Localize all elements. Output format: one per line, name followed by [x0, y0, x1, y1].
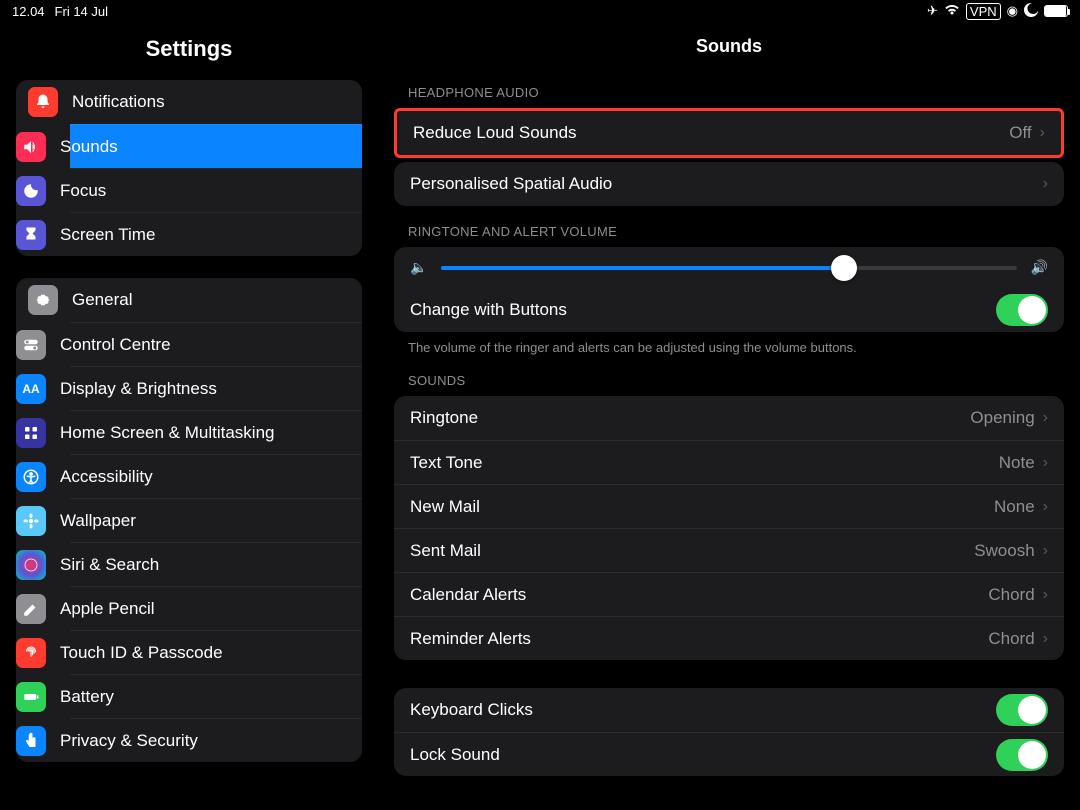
speaker-icon [16, 132, 46, 162]
sidebar-item-general[interactable]: General [16, 278, 362, 322]
sidebar-item-label: Battery [60, 687, 114, 707]
spatial-audio-row[interactable]: Personalised Spatial Audio › [394, 162, 1064, 206]
sidebar-item-label: Display & Brightness [60, 379, 217, 399]
grid-icon [16, 418, 46, 448]
flower-icon [16, 506, 46, 536]
sidebar-item-pencil[interactable]: Apple Pencil [70, 586, 362, 630]
toggle-icon [16, 330, 46, 360]
change-with-buttons-row[interactable]: Change with Buttons [394, 288, 1064, 332]
chevron-right-icon: › [1043, 542, 1048, 560]
fingerprint-icon [16, 638, 46, 668]
status-date: Fri 14 Jul [55, 4, 108, 19]
sidebar-item-display[interactable]: AA Display & Brightness [70, 366, 362, 410]
status-icons: ✈ VPN ◉ [927, 3, 1068, 20]
hourglass-icon [16, 220, 46, 250]
chevron-right-icon: › [1043, 586, 1048, 604]
sidebar-item-label: General [72, 290, 132, 310]
chevron-right-icon: › [1043, 409, 1048, 427]
chevron-right-icon: › [1043, 175, 1048, 193]
sidebar-item-label: Privacy & Security [60, 731, 198, 751]
section-sounds: Ringtone Opening › Text Tone Note › New … [394, 396, 1064, 660]
chevron-right-icon: › [1043, 498, 1048, 516]
sidebar-item-label: Siri & Search [60, 555, 159, 575]
volume-footer-text: The volume of the ringer and alerts can … [378, 332, 1080, 355]
content-title: Sounds [378, 22, 1080, 67]
sidebar-item-label: Touch ID & Passcode [60, 643, 223, 663]
sidebar-item-privacy[interactable]: Privacy & Security [70, 718, 362, 762]
slider-thumb[interactable] [831, 255, 857, 281]
sidebar-item-label: Notifications [72, 92, 165, 112]
sidebar-item-focus[interactable]: Focus [70, 168, 362, 212]
sidebar-item-wallpaper[interactable]: Wallpaper [70, 498, 362, 542]
reduce-loud-value: Off [1009, 123, 1031, 143]
calendar-alerts-row[interactable]: Calendar Alerts Chord › [394, 572, 1064, 616]
volume-slider-row: 🔈 🔊 [394, 247, 1064, 288]
sidebar-item-sounds[interactable]: Sounds [70, 124, 362, 168]
chevron-right-icon: › [1043, 454, 1048, 472]
section-headphone-title: HEADPHONE AUDIO [378, 67, 1080, 108]
sidebar-item-homescreen[interactable]: Home Screen & Multitasking [70, 410, 362, 454]
battery-icon [16, 682, 46, 712]
section-sounds-title: SOUNDS [378, 355, 1080, 396]
pencil-icon [16, 594, 46, 624]
moon-icon [16, 176, 46, 206]
content-pane: Sounds HEADPHONE AUDIO Reduce Loud Sound… [378, 22, 1080, 810]
section-headphone: Personalised Spatial Audio › [394, 162, 1064, 206]
airplane-icon: ✈ [927, 3, 938, 19]
sent-mail-row[interactable]: Sent Mail Swoosh › [394, 528, 1064, 572]
battery-icon [1044, 5, 1068, 17]
text-size-icon: AA [16, 374, 46, 404]
bell-icon [28, 87, 58, 117]
wifi-icon [944, 4, 960, 19]
sidebar-item-label: Control Centre [60, 335, 171, 355]
moon-icon [1024, 3, 1038, 20]
settings-title: Settings [0, 22, 378, 80]
sidebar-group-1: Notifications Sounds Focus Screen Time [16, 80, 362, 256]
sidebar-item-battery[interactable]: Battery [70, 674, 362, 718]
section-ringtone-volume: 🔈 🔊 Change with Buttons [394, 247, 1064, 332]
volume-low-icon: 🔈 [410, 259, 427, 276]
sidebar-item-label: Screen Time [60, 225, 155, 245]
keyboard-clicks-toggle[interactable] [996, 694, 1048, 726]
ringtone-row[interactable]: Ringtone Opening › [394, 396, 1064, 440]
reduce-loud-sounds-row[interactable]: Reduce Loud Sounds Off › [397, 111, 1061, 155]
section-keyboard: Keyboard Clicks Lock Sound [394, 688, 1064, 776]
sidebar-item-controlcentre[interactable]: Control Centre [70, 322, 362, 366]
sidebar-item-label: Accessibility [60, 467, 153, 487]
volume-slider[interactable] [441, 266, 1016, 270]
sidebar-item-label: Wallpaper [60, 511, 136, 531]
section-ringtone-title: RINGTONE AND ALERT VOLUME [378, 206, 1080, 247]
sidebar-group-2: General Control Centre AA Display & Brig… [16, 278, 362, 762]
gear-icon [28, 285, 58, 315]
sidebar: Settings Notifications Sounds Focus Scre… [0, 22, 378, 810]
reminder-alerts-row[interactable]: Reminder Alerts Chord › [394, 616, 1064, 660]
hand-icon [16, 726, 46, 756]
sidebar-item-label: Home Screen & Multitasking [60, 423, 274, 443]
lock-sound-row[interactable]: Lock Sound [394, 732, 1064, 776]
accessibility-icon [16, 462, 46, 492]
sidebar-item-accessibility[interactable]: Accessibility [70, 454, 362, 498]
sidebar-item-notifications[interactable]: Notifications [16, 80, 362, 124]
keyboard-clicks-row[interactable]: Keyboard Clicks [394, 688, 1064, 732]
sidebar-item-label: Focus [60, 181, 106, 201]
sidebar-item-siri[interactable]: Siri & Search [70, 542, 362, 586]
location-icon: ◉ [1007, 3, 1018, 19]
sidebar-item-screentime[interactable]: Screen Time [70, 212, 362, 256]
chevron-right-icon: › [1040, 124, 1045, 142]
volume-high-icon: 🔊 [1031, 259, 1048, 276]
new-mail-row[interactable]: New Mail None › [394, 484, 1064, 528]
status-bar: 12.04 Fri 14 Jul ✈ VPN ◉ [0, 0, 1080, 22]
sidebar-item-touchid[interactable]: Touch ID & Passcode [70, 630, 362, 674]
lock-sound-toggle[interactable] [996, 739, 1048, 771]
siri-icon [16, 550, 46, 580]
sidebar-item-label: Apple Pencil [60, 599, 155, 619]
sidebar-item-label: Sounds [60, 137, 118, 157]
change-buttons-toggle[interactable] [996, 294, 1048, 326]
vpn-badge: VPN [966, 3, 1001, 20]
text-tone-row[interactable]: Text Tone Note › [394, 440, 1064, 484]
status-time: 12.04 [12, 4, 45, 19]
reduce-loud-sounds-row-highlighted: Reduce Loud Sounds Off › [394, 108, 1064, 158]
chevron-right-icon: › [1043, 630, 1048, 648]
